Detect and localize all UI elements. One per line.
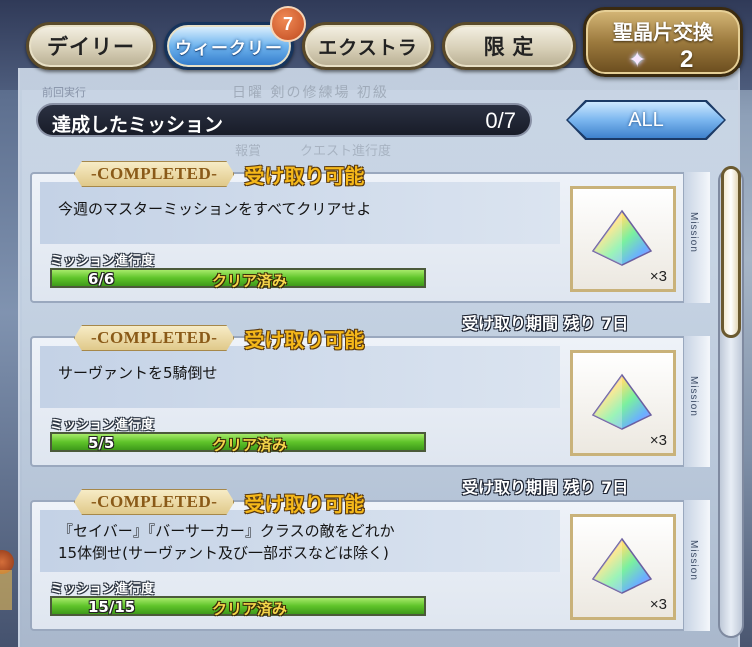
saint-quartz-fragment-icon — [591, 209, 653, 266]
ghost-reward-text: 報賞 — [235, 144, 262, 159]
ghost-prev-text: 前回実行 — [42, 86, 86, 99]
tab-limited[interactable]: 限 定 — [442, 22, 576, 70]
cleared-label: クリア済み — [212, 272, 288, 290]
scrollbar-thumb[interactable] — [721, 166, 741, 338]
weekly-count-badge: 7 — [270, 6, 306, 42]
mission-card[interactable]: Mission 『セイバー』『バーサーカー』クラスの敵をどれか 15体倒せ(サー… — [30, 488, 710, 631]
ghost-progress-text: クエスト進行度 — [300, 144, 392, 159]
mission-description: 今週のマスターミッションをすべてクリアせよ — [58, 200, 372, 218]
tab-extra[interactable]: エクストラ — [302, 22, 434, 70]
claimable-label: 受け取り可能 — [244, 165, 365, 188]
cleared-label: クリア済み — [212, 600, 288, 618]
completed-tag: -COMPLETED- — [74, 325, 234, 351]
achieved-missions-bar: 達成したミッション 0/7 — [36, 103, 532, 137]
filter-all-button[interactable]: ALL — [568, 102, 724, 138]
exchange-count: 2 — [680, 46, 694, 73]
achieved-label: 達成したミッション — [52, 115, 224, 136]
completed-header: -COMPLETED- 受け取り可能 — [74, 160, 364, 188]
completed-header: -COMPLETED- 受け取り可能 — [74, 324, 364, 352]
mission-side-strip: Mission — [683, 336, 710, 467]
quartz-fragment-exchange-button[interactable]: 聖晶片交換 ✦ 2 — [583, 7, 743, 77]
mission-description-box: 『セイバー』『バーサーカー』クラスの敵をどれか 15体倒せ(サーヴァント及び一部… — [40, 510, 560, 572]
progress-label: ミッション進行度 — [50, 582, 155, 597]
mission-card[interactable]: Mission 今週のマスターミッションをすべてクリアせよ -COMPLETED… — [30, 160, 710, 333]
mission-description-line1: 『セイバー』『バーサーカー』クラスの敵をどれか — [58, 522, 395, 540]
reward-slot[interactable]: ×3 — [570, 514, 676, 620]
progress-bar: 6/6 クリア済み — [50, 268, 426, 290]
reward-quantity: ×3 — [649, 268, 667, 285]
mission-description-box: 今週のマスターミッションをすべてクリアせよ — [40, 182, 560, 244]
ghost-quest-text: 日曜 剣の修練場 初級 — [232, 85, 389, 101]
progress-label: ミッション進行度 — [50, 254, 155, 269]
completed-header: -COMPLETED- 受け取り可能 — [74, 488, 364, 516]
reward-quantity: ×3 — [649, 596, 667, 613]
mission-description: 『セイバー』『バーサーカー』クラスの敵をどれか 15体倒せ(サーヴァント及び一部… — [58, 520, 395, 564]
claimable-label: 受け取り可能 — [244, 493, 365, 516]
mission-description-box: サーヴァントを5騎倒せ — [40, 346, 560, 408]
mission-side-label: Mission — [688, 212, 699, 253]
saint-quartz-fragment-icon — [591, 373, 653, 430]
claimable-label: 受け取り可能 — [244, 329, 365, 352]
mission-side-strip: Mission — [683, 500, 710, 631]
completed-tag: -COMPLETED- — [74, 161, 234, 187]
reward-quantity: ×3 — [649, 432, 667, 449]
achieved-count: 0/7 — [485, 108, 516, 133]
cleared-label: クリア済み — [212, 436, 288, 454]
progress-bar: 5/5 クリア済み — [50, 432, 426, 454]
mission-description: サーヴァントを5騎倒せ — [58, 364, 218, 382]
tab-daily[interactable]: デイリー — [26, 22, 156, 70]
mission-side-label: Mission — [688, 376, 699, 417]
saint-quartz-fragment-icon: ✦ — [628, 48, 647, 73]
mission-side-strip: Mission — [683, 172, 710, 303]
saint-quartz-fragment-icon — [591, 537, 653, 594]
mission-description-line2: 15体倒せ(サーヴァント及び一部ボスなどは除く) — [58, 544, 389, 562]
progress-bar: 15/15 クリア済み — [50, 596, 426, 618]
progress-count: 5/5 — [88, 434, 115, 452]
exchange-label: 聖晶片交換 — [613, 22, 713, 44]
mission-side-label: Mission — [688, 540, 699, 581]
progress-label: ミッション進行度 — [50, 418, 155, 433]
mission-card[interactable]: Mission サーヴァントを5騎倒せ -COMPLETED- 受け取り可能 ミ… — [30, 324, 710, 497]
progress-count: 6/6 — [88, 270, 115, 288]
progress-count: 15/15 — [88, 598, 136, 616]
reward-slot[interactable]: ×3 — [570, 350, 676, 456]
reward-slot[interactable]: ×3 — [570, 186, 676, 292]
completed-tag: -COMPLETED- — [74, 489, 234, 515]
